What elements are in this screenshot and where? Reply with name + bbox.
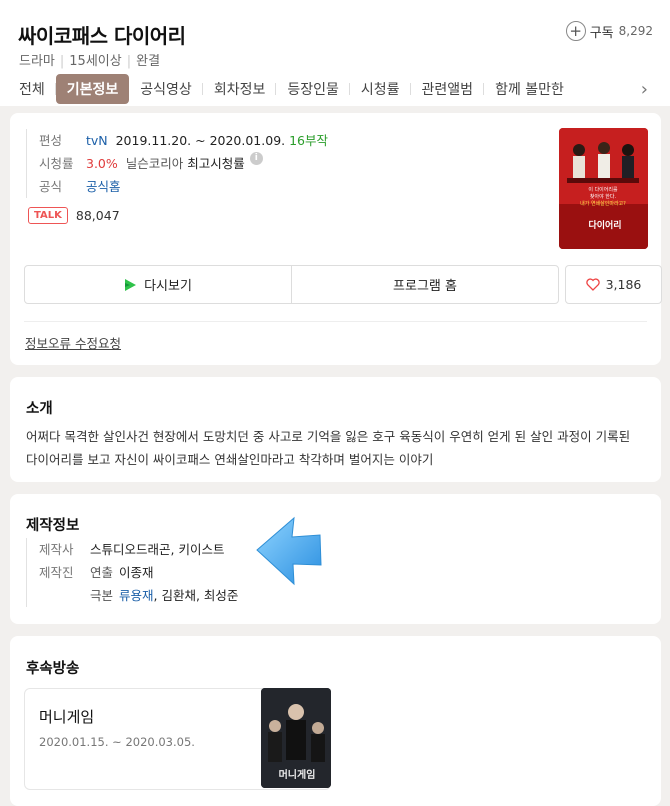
ratings-source: 닐슨코리아 [125, 156, 184, 171]
show-poster[interactable]: 이 다이어리를 찾아야 한다. 내가 연쇄살인마라고? 다이어리 [559, 128, 648, 249]
page-title: 싸이코패스 다이어리 [18, 24, 186, 48]
program-home-label: 프로그램 홈 [393, 279, 457, 294]
official-home-link[interactable]: 공식홈 [86, 175, 121, 198]
meta-divider: | [59, 54, 65, 69]
row-spacer [39, 584, 90, 607]
talk-badge: TALK [28, 207, 68, 224]
program-home-button[interactable]: 프로그램 홈 [291, 266, 558, 303]
next-poster-logo: 머니게임 [279, 768, 316, 781]
talk-widget[interactable]: TALK 88,047 [28, 207, 120, 224]
next-heading: 후속방송 [26, 661, 80, 677]
tab-basic-info[interactable]: 기본정보 [54, 74, 130, 104]
rewatch-button[interactable]: 다시보기 [25, 266, 291, 303]
tab-bar: 전체 기본정보 공식영상 회차정보 등장인물 시청률 관련앨범 함께 볼만한 [8, 74, 640, 104]
annotation-arrow-icon [256, 516, 322, 586]
intro-text: 어쩌다 목격한 살인사건 현장에서 도망치던 중 사고로 기억을 잃은 호구 육… [26, 429, 631, 467]
ratings-value: 3.0% [86, 156, 118, 171]
staff-label: 제작진 [39, 565, 74, 580]
staff-row: 제작진 연출 이종재 [39, 561, 238, 584]
official-row: 공식 공식홈 [39, 175, 328, 198]
channel-link[interactable]: tvN [86, 129, 108, 152]
next-broadcast-card: 후속방송 머니게임 2020.01.15. ~ 2020.03.05. 머니게임 [10, 636, 661, 806]
plus-icon: + [565, 21, 586, 41]
company-row: 제작사 스튜디오드래곤, 키이스트 [39, 538, 238, 561]
tab-ratings[interactable]: 시청률 [348, 74, 411, 104]
poster-tagline-1: 이 다이어리를 [588, 186, 618, 193]
production-list: 제작사 스튜디오드래곤, 키이스트 제작진 연출 이종재 극본 류용재, 김환채… [26, 538, 238, 607]
director-label: 연출 [90, 565, 114, 580]
header: 싸이코패스 다이어리 드라마 | 15세이상 | 완결 + 구독 8,292 전체 기본… [0, 0, 670, 106]
tab-official-video[interactable]: 공식영상 [129, 74, 203, 104]
poster-tagline-3: 내가 연쇄살인마라고? [580, 200, 626, 207]
intro-heading: 소개 [26, 401, 53, 417]
tab-all[interactable]: 전체 [8, 74, 56, 104]
broadcast-period: 2019.11.20. ~ 2020.01.09. [115, 133, 286, 148]
tab-albums[interactable]: 관련앨범 [409, 74, 485, 104]
broadcast-status: 완결 [136, 54, 161, 69]
play-icon [125, 278, 137, 291]
next-show-title: 머니게임 [39, 708, 95, 726]
heart-icon [585, 278, 600, 291]
ratings-row: 시청률 3.0% 닐슨코리아 최고시청률 i [39, 152, 328, 175]
director-value: 이종재 [119, 565, 154, 580]
next-show-period: 2020.01.15. ~ 2020.03.05. [39, 735, 195, 749]
intro-card: 소개 어쩌다 목격한 살인사건 현장에서 도망치던 중 사고로 기억을 잃은 호… [10, 377, 661, 482]
tab-recommend[interactable]: 함께 볼만한 [483, 74, 575, 104]
info-icon[interactable]: i [249, 152, 263, 165]
tab-cast[interactable]: 등장인물 [275, 74, 350, 104]
writer-rest: , 김환채, 최성준 [153, 588, 239, 603]
next-poster-illustration: 머니게임 [261, 688, 331, 788]
tab-episodes[interactable]: 회차정보 [201, 74, 277, 104]
talk-count: 88,047 [75, 208, 120, 223]
writer-label: 극본 [90, 588, 114, 603]
company-value: 스튜디오드래곤, 키이스트 [90, 542, 225, 557]
subscribe-count: 8,292 [618, 24, 653, 38]
broadcast-row: 편성 tvN 2019.11.20. ~ 2020.01.09. 16부작 [39, 129, 328, 152]
poster-logo: 다이어리 [588, 219, 621, 231]
rewatch-label: 다시보기 [144, 279, 192, 294]
subscribe-button[interactable]: + 구독 8,292 [565, 21, 653, 41]
broadcast-label: 편성 [39, 133, 63, 148]
company-label: 제작사 [39, 542, 74, 557]
writer-link[interactable]: 류용재 [119, 584, 154, 607]
official-label: 공식 [39, 179, 63, 194]
like-button[interactable]: 3,186 [565, 265, 662, 304]
info-list: 편성 tvN 2019.11.20. ~ 2020.01.09. 16부작 시청… [26, 129, 328, 198]
production-card: 제작정보 제작사 스튜디오드래곤, 키이스트 제작진 연출 이종재 극본 류용재… [10, 494, 661, 624]
chevron-right-icon[interactable]: › [641, 81, 648, 99]
action-buttons: 다시보기 프로그램 홈 [24, 265, 559, 304]
like-count: 3,186 [605, 277, 642, 292]
writer-row: 극본 류용재, 김환채, 최성준 [39, 584, 238, 607]
subscribe-label: 구독 [589, 25, 614, 41]
genre-link[interactable]: 드라마 [19, 54, 55, 69]
meta-divider: | [126, 54, 132, 69]
next-show-item[interactable]: 머니게임 2020.01.15. ~ 2020.03.05. 머니게임 [24, 688, 331, 790]
poster-tagline-2: 찾아야 한다. [590, 193, 617, 200]
poster-illustration: 이 다이어리를 찾아야 한다. 내가 연쇄살인마라고? 다이어리 [559, 128, 648, 249]
age-rating: 15세이상 [69, 54, 122, 69]
show-meta: 드라마 | 15세이상 | 완결 [19, 50, 160, 69]
episode-count: 16부작 [289, 133, 329, 148]
card-divider [24, 321, 647, 322]
ratings-note: 최고시청률 [187, 156, 245, 171]
ratings-label: 시청률 [39, 156, 74, 171]
production-heading: 제작정보 [26, 518, 80, 534]
report-error-link[interactable]: 정보오류 수정요청 [25, 333, 121, 352]
basic-info-card: 편성 tvN 2019.11.20. ~ 2020.01.09. 16부작 시청… [10, 113, 662, 365]
next-show-poster: 머니게임 [261, 688, 331, 788]
